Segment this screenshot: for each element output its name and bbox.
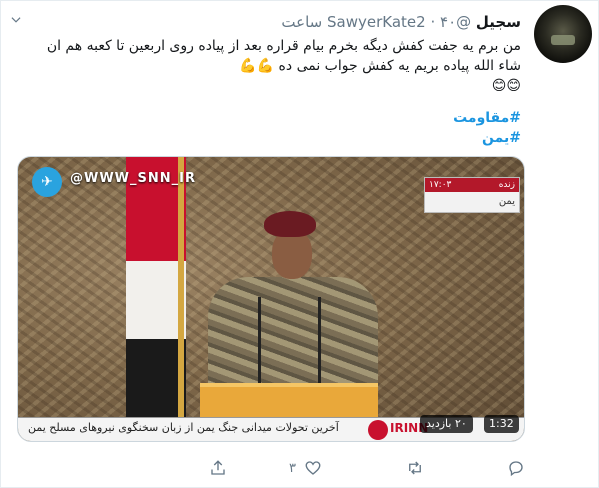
flag-image	[126, 157, 186, 417]
separator-dot: ·	[430, 13, 436, 31]
channel-logo-icon	[368, 420, 388, 440]
like-button[interactable]: ۳	[289, 456, 322, 480]
tweet-text-line: من برم یه جفت کفش دیگه بخرم بیام قراره ب…	[46, 38, 521, 54]
hashtags: #مقاومت #یمن	[453, 108, 521, 148]
tweet-text-line: شاء الله پیاده بریم یه کفش جواب نمی ده 💪…	[239, 58, 521, 74]
duration-badge: 1:32	[484, 415, 519, 433]
microphone	[318, 297, 321, 387]
retweet-icon	[409, 461, 421, 475]
like-count: ۳	[289, 460, 296, 476]
hashtag-link[interactable]: #مقاومت	[453, 108, 521, 128]
live-location: یمن	[498, 196, 515, 207]
reply-button[interactable]	[507, 456, 525, 480]
live-label: زنده	[498, 180, 515, 190]
live-indicator: زنده ۱۷:۰۳ یمن	[424, 177, 520, 213]
microphone	[258, 297, 261, 387]
hashtag-link[interactable]: #یمن	[453, 128, 521, 148]
channel-watermark: @WWW_SNN_IR	[70, 171, 196, 186]
flag-pole	[178, 157, 184, 425]
chevron-down-icon[interactable]	[9, 13, 23, 27]
tweet-text: من برم یه جفت کفش دیگه بخرم بیام قراره ب…	[31, 36, 521, 96]
podium	[200, 383, 378, 417]
video-player[interactable]: ✈ @WWW_SNN_IR زنده ۱۷:۰۳ یمن آخرین تحولا…	[17, 156, 525, 442]
display-name[interactable]: سجیل	[476, 13, 521, 31]
reply-icon	[509, 461, 523, 477]
share-icon	[211, 460, 225, 475]
action-bar: ۳	[1, 456, 599, 480]
live-time: ۱۷:۰۳	[429, 180, 452, 190]
retweet-button[interactable]	[406, 456, 424, 480]
ticker-text: آخرین تحولات میدانی جنگ یمن از زبان سخنگ…	[28, 421, 339, 434]
tweet-card[interactable]: سجیل @SawyerKate2 · ۴۰ ساعت من برم یه جف…	[0, 0, 599, 488]
tweet-text-line: 😊😊	[491, 78, 521, 94]
telegram-icon: ✈	[32, 167, 62, 197]
tweet-header: سجیل @SawyerKate2 · ۴۰ ساعت	[281, 12, 521, 32]
view-count-badge: ۲۰ بازدید	[420, 415, 473, 433]
avatar[interactable]	[534, 5, 592, 63]
heart-icon	[305, 461, 321, 475]
share-button[interactable]	[209, 456, 227, 480]
